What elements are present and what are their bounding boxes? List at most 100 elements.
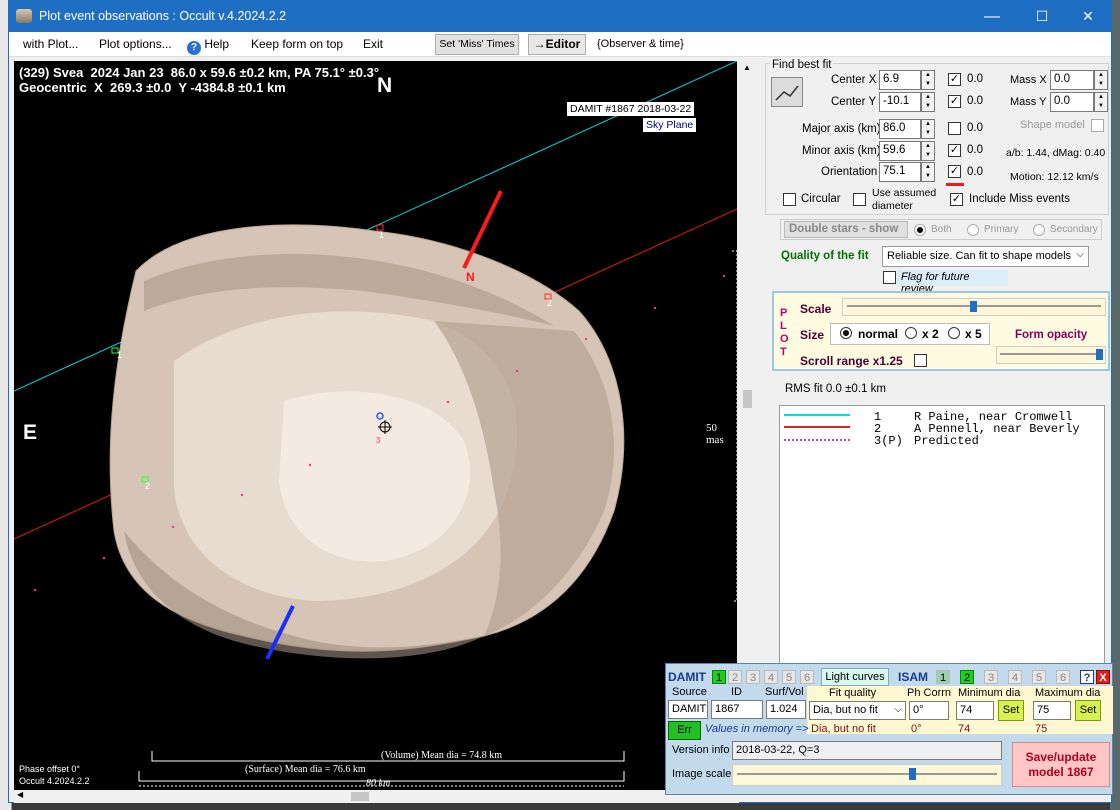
form-opacity-slider[interactable]: [996, 346, 1106, 364]
menu-help[interactable]: ? Help: [187, 37, 229, 55]
plot-canvas[interactable]: (329) Svea 2024 Jan 23 86.0 x 59.6 ±0.2 …: [14, 61, 737, 790]
scroll-up-icon[interactable]: ▲: [743, 63, 751, 72]
orientation-checkbox[interactable]: ✓: [948, 165, 961, 178]
damit-model-5[interactable]: 5: [782, 670, 796, 684]
surfvol-field[interactable]: 1.024: [766, 700, 806, 719]
close-button[interactable]: ✕: [1065, 1, 1111, 32]
scale-slider-thumb[interactable]: [970, 301, 977, 312]
size-normal-radio[interactable]: [840, 327, 852, 339]
damit-model-1[interactable]: 1: [712, 670, 726, 684]
isam-model-2[interactable]: 2: [960, 670, 974, 684]
major-axis-checkbox[interactable]: [948, 122, 961, 135]
vertical-scroll-thumb[interactable]: [743, 390, 752, 408]
legend-num: 3(P): [874, 434, 903, 448]
mass-y-spinner[interactable]: ▲ ▼: [1094, 92, 1108, 112]
mass-y-input[interactable]: 0.0: [1050, 92, 1094, 112]
both-radio[interactable]: [914, 224, 926, 236]
err-button[interactable]: Err: [668, 721, 701, 740]
isam-model-3[interactable]: 3: [984, 670, 998, 684]
fit-quality-select[interactable]: Dia, but no fit ⌵: [809, 701, 906, 720]
center-x-error: 0.0: [967, 73, 983, 85]
orientation-label: Orientation: [821, 166, 878, 178]
isam-model-4[interactable]: 4: [1008, 670, 1022, 684]
form-opacity-label: Form opacity: [1015, 329, 1088, 341]
save-update-model-button[interactable]: Save/update model 1867: [1012, 742, 1110, 787]
motion-label: Motion: 12.12 km/s: [1010, 171, 1099, 183]
isam-model-5[interactable]: 5: [1032, 670, 1046, 684]
panel-help-button[interactable]: ?: [1080, 670, 1094, 684]
scale-slider[interactable]: [842, 298, 1106, 316]
min-dia-field[interactable]: 74: [956, 701, 994, 720]
size-x2-radio[interactable]: [905, 327, 917, 339]
damit-model-6[interactable]: 6: [800, 670, 814, 684]
form-opacity-thumb[interactable]: [1096, 349, 1103, 360]
min-dia-set-button[interactable]: Set: [998, 700, 1024, 721]
include-miss-checkbox[interactable]: ✓: [950, 193, 963, 206]
center-y-spinner[interactable]: ▲ ▼: [921, 92, 935, 112]
size-label: Size: [800, 328, 825, 342]
scroll-left-icon[interactable]: ◀: [17, 790, 23, 799]
orientation-spinner[interactable]: ▲ ▼: [921, 162, 935, 182]
double-stars-button[interactable]: Double stars - show: [784, 221, 908, 238]
title-bar: Plot event observations : Occult v.4.202…: [9, 1, 1111, 32]
asteroid-plot-svg: [14, 61, 737, 787]
ph-corr-field[interactable]: 0°: [909, 701, 949, 720]
id-field[interactable]: 1867: [711, 700, 763, 719]
center-y-error: 0.0: [967, 95, 983, 107]
editor-button[interactable]: →Editor: [528, 34, 586, 55]
minor-axis-spinner[interactable]: ▲ ▼: [921, 141, 935, 161]
major-axis-input[interactable]: 86.0: [879, 119, 921, 139]
light-curves-button[interactable]: Light curves: [821, 668, 889, 686]
quality-select[interactable]: Reliable size. Can fit to shape models ⌵: [882, 246, 1089, 267]
observers-legend: 1 R Paine, near Cromwell 2 A Pennell, ne…: [779, 405, 1105, 691]
minor-axis-checkbox[interactable]: ✓: [948, 144, 961, 157]
center-y-input[interactable]: -10.1: [879, 92, 921, 112]
isam-label: ISAM: [898, 670, 928, 684]
center-x-input[interactable]: 6.9: [879, 70, 921, 90]
center-x-spinner[interactable]: ▲ ▼: [921, 70, 935, 90]
shape-model-checkbox[interactable]: [1091, 119, 1104, 132]
secondary-radio[interactable]: [1033, 224, 1045, 236]
size-x5-radio[interactable]: [948, 327, 960, 339]
menu-keep-on-top[interactable]: Keep form on top: [251, 37, 343, 51]
maximize-button[interactable]: ☐: [1019, 1, 1065, 32]
plot-horizontal-scrollbar[interactable]: ◀: [14, 790, 739, 803]
menu-exit[interactable]: Exit: [363, 37, 383, 51]
max-dia-field[interactable]: 75: [1033, 701, 1071, 720]
menu-plot-options[interactable]: Plot options...: [99, 37, 172, 51]
center-y-checkbox[interactable]: ✓: [948, 95, 961, 108]
max-dia-set-button[interactable]: Set: [1075, 700, 1101, 721]
circular-checkbox[interactable]: [783, 193, 796, 206]
image-scale-thumb[interactable]: [909, 768, 916, 780]
source-field[interactable]: DAMIT: [668, 700, 708, 719]
horizontal-scroll-thumb[interactable]: [351, 792, 369, 801]
mass-x-spinner[interactable]: ▲ ▼: [1094, 70, 1108, 90]
image-scale-slider[interactable]: [732, 764, 1002, 786]
menu-with-plot[interactable]: with Plot...: [23, 37, 78, 51]
damit-model-4[interactable]: 4: [764, 670, 778, 684]
size-normal-label: normal: [858, 327, 899, 341]
plot-settings-panel: P L O T Scale Size normal x 2 x 5 Form o…: [772, 291, 1110, 371]
use-assumed-checkbox[interactable]: [853, 193, 866, 206]
major-axis-spinner[interactable]: ▲ ▼: [921, 119, 935, 139]
isam-model-1[interactable]: 1: [936, 670, 950, 684]
flag-review-checkbox[interactable]: [883, 271, 896, 284]
isam-model-6[interactable]: 6: [1056, 670, 1070, 684]
menu-observer-time[interactable]: {Observer & time}: [597, 38, 684, 50]
panel-close-button[interactable]: X: [1096, 670, 1110, 684]
minimize-button[interactable]: —: [969, 1, 1015, 32]
help-icon: ?: [187, 41, 201, 55]
center-x-checkbox[interactable]: ✓: [948, 73, 961, 86]
damit-model-2[interactable]: 2: [728, 670, 742, 684]
primary-radio[interactable]: [967, 224, 979, 236]
damit-model-3[interactable]: 3: [746, 670, 760, 684]
scroll-range-checkbox[interactable]: [914, 354, 927, 367]
minor-axis-input[interactable]: 59.6: [879, 141, 921, 161]
chevron-down-icon: ⌵: [1076, 249, 1084, 260]
km-scale-label: 80 km: [366, 778, 391, 789]
orientation-input[interactable]: 75.1: [879, 162, 921, 182]
image-scale-label: Image scale: [672, 768, 732, 780]
set-miss-times-button[interactable]: Set 'Miss' Times: [435, 34, 519, 55]
find-best-fit-button[interactable]: [771, 77, 803, 107]
mass-x-input[interactable]: 0.0: [1050, 70, 1094, 90]
